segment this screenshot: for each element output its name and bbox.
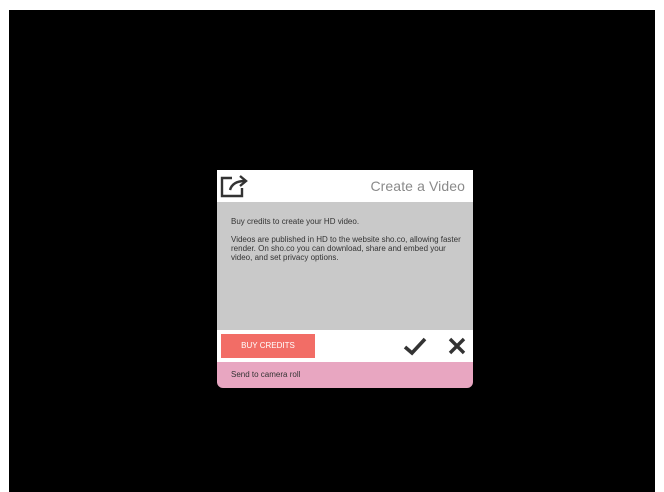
buy-credits-button[interactable]: BUY CREDITS bbox=[221, 334, 315, 358]
checkmark-icon[interactable] bbox=[403, 336, 427, 356]
publish-info-message: Videos are published in HD to the websit… bbox=[231, 235, 461, 262]
create-video-dialog: Create a Video Buy credits to create you… bbox=[217, 170, 473, 388]
dialog-actions: BUY CREDITS bbox=[217, 330, 473, 362]
close-icon[interactable] bbox=[447, 336, 467, 356]
camera-roll-label: Send to camera roll bbox=[231, 370, 301, 379]
dialog-body: Buy credits to create your HD video. Vid… bbox=[217, 202, 473, 330]
dialog-title: Create a Video bbox=[370, 178, 465, 194]
share-export-icon[interactable] bbox=[219, 173, 249, 199]
app-screen: Create a Video Buy credits to create you… bbox=[9, 10, 655, 492]
send-to-camera-roll-button[interactable]: Send to camera roll bbox=[217, 362, 473, 388]
credits-message: Buy credits to create your HD video. bbox=[231, 217, 360, 226]
dialog-header: Create a Video bbox=[217, 170, 473, 202]
